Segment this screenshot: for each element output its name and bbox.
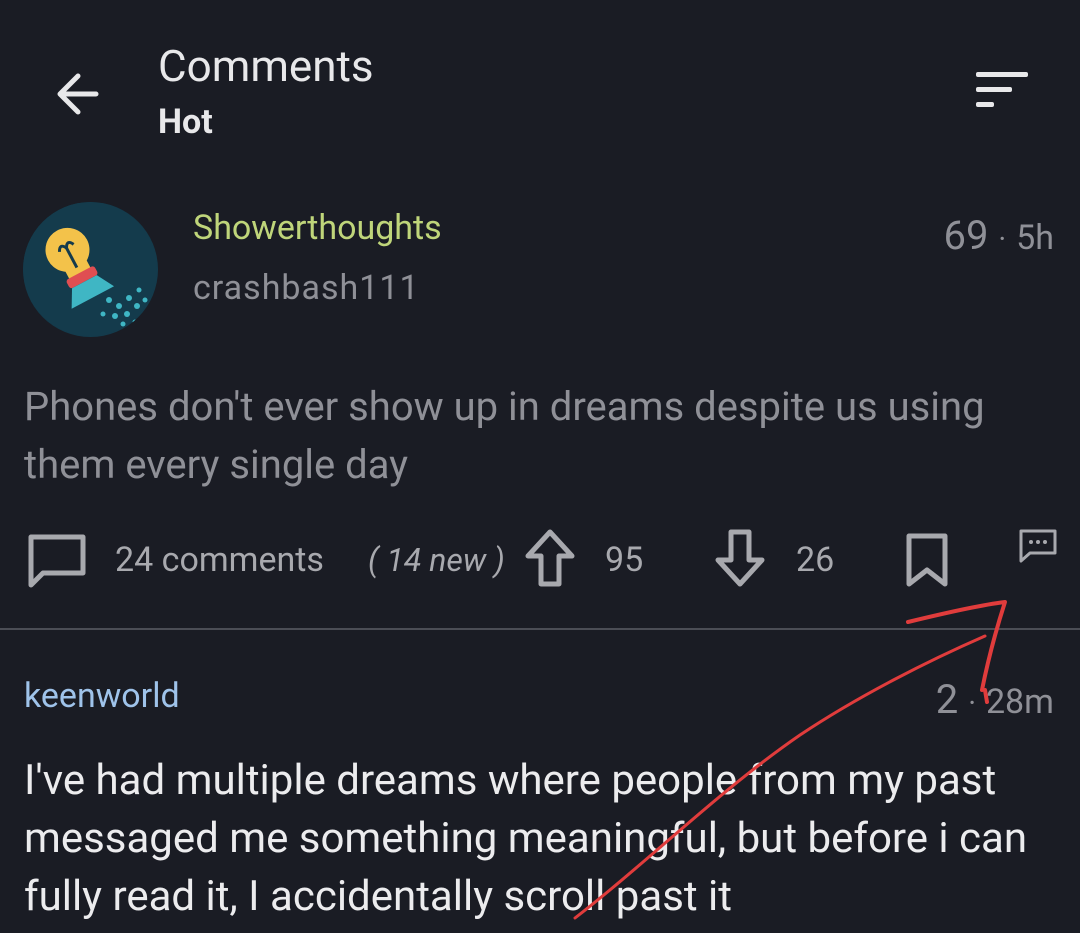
bookmark-icon [906, 533, 948, 587]
arrow-left-icon [57, 73, 99, 115]
back-button[interactable] [52, 66, 108, 122]
sort-icon [976, 72, 1028, 107]
sort-button[interactable] [972, 70, 1032, 110]
lightbulb-shower-icon [23, 202, 157, 336]
post-score: 69 [943, 212, 989, 259]
subreddit-name[interactable]: Showerthoughts [193, 208, 442, 248]
subreddit-avatar[interactable] [23, 202, 158, 337]
downvote-count: 26 [796, 540, 835, 580]
reply-button[interactable] [1018, 528, 1058, 564]
upvote-count: 95 [605, 540, 644, 580]
post-title[interactable]: Phones don't ever show up in dreams desp… [24, 378, 1054, 494]
post-meta: 69 · 5h [944, 212, 1055, 259]
reply-bubble-icon [1019, 529, 1057, 563]
comment-score: 2 [935, 676, 959, 723]
meta-separator: · [968, 686, 977, 721]
meta-separator: · [998, 222, 1007, 257]
post-divider [0, 628, 1080, 630]
post-age: 5h [1016, 218, 1054, 258]
arrow-down-icon [715, 529, 765, 587]
comment-bubble-icon [28, 534, 86, 588]
sort-mode-label: Hot [158, 102, 213, 142]
post-author[interactable]: crashbash111 [193, 268, 420, 308]
downvote-button[interactable] [714, 528, 766, 588]
new-comments-count: ( 14 new ) [368, 541, 505, 579]
comment-age: 28m [985, 682, 1054, 722]
comment-author[interactable]: keenworld [24, 676, 180, 716]
comments-screen: Comments Hot Showerthoughts crashbash111… [0, 0, 1080, 933]
save-button[interactable] [904, 532, 950, 588]
upvote-button[interactable] [524, 528, 576, 588]
comment-meta: 2 · 28m [936, 676, 1054, 723]
comments-count[interactable]: 24 comments [115, 540, 324, 580]
comments-button[interactable] [26, 532, 88, 590]
page-title: Comments [158, 40, 374, 92]
arrow-up-icon [525, 529, 575, 587]
comment-body[interactable]: I've had multiple dreams where people fr… [24, 752, 1064, 926]
